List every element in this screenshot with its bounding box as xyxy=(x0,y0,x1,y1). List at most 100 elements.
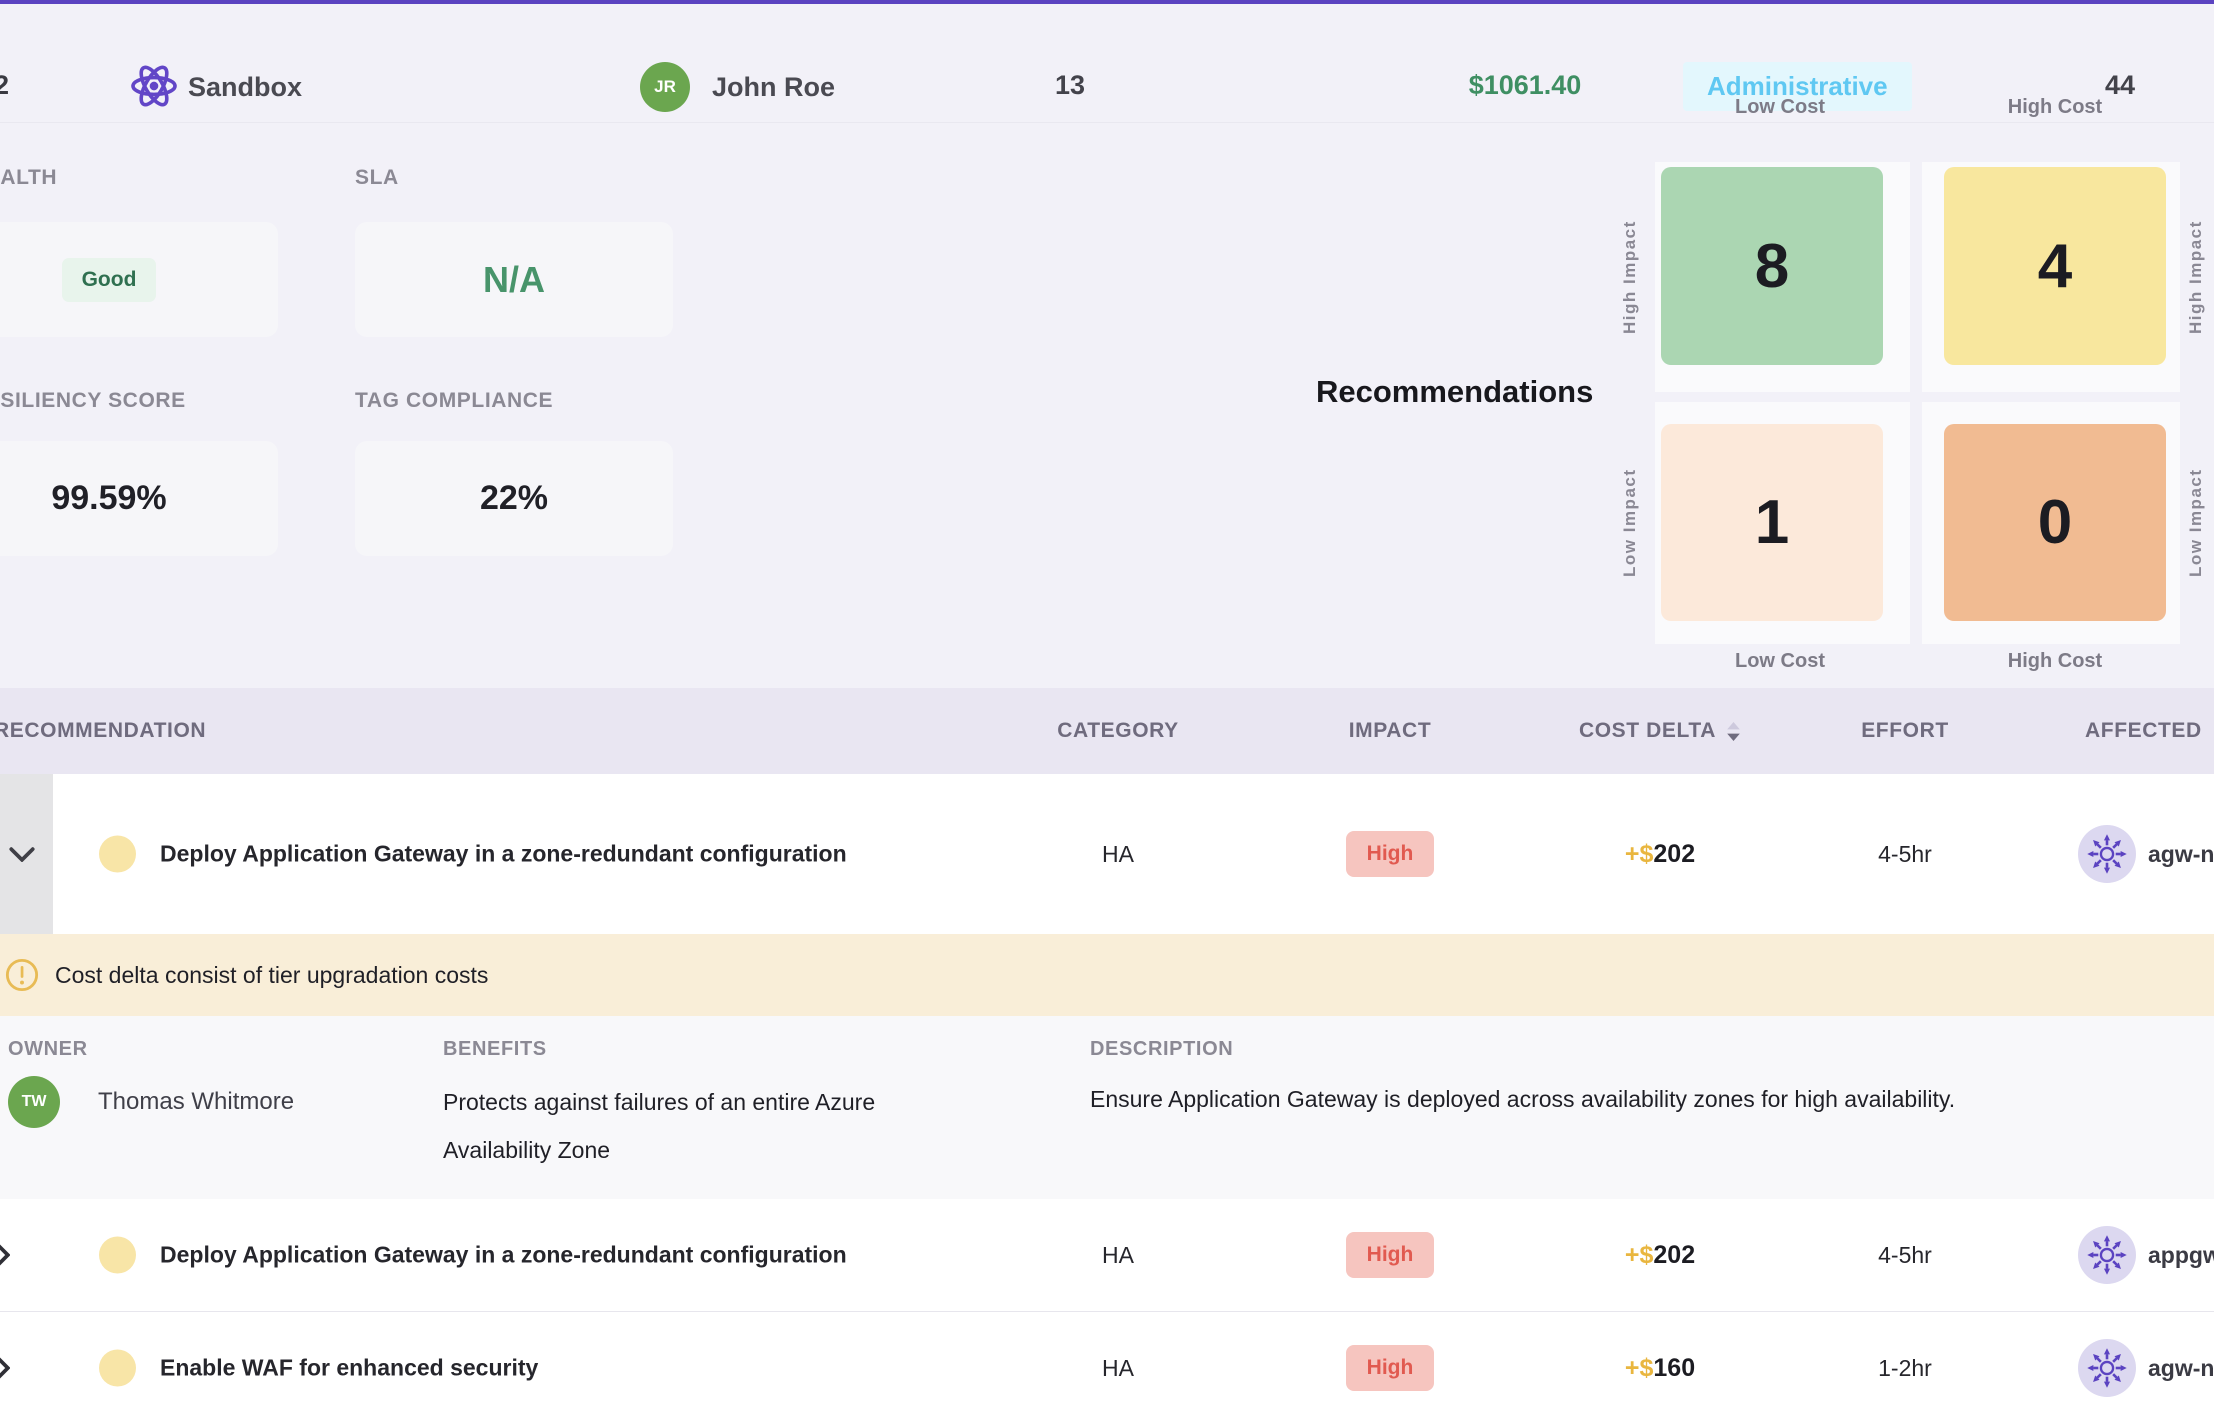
chevron-right-icon[interactable] xyxy=(0,1242,10,1268)
recommendation-title[interactable]: Deploy Application Gateway in a zone-red… xyxy=(160,1242,847,1269)
sla-value: N/A xyxy=(483,259,545,301)
user-avatar: JR xyxy=(640,62,690,112)
health-card: Good xyxy=(0,222,278,337)
header-recommendation[interactable]: RECOMMENDATION xyxy=(0,688,414,774)
quad-left-label-high-impact: High Impact xyxy=(1620,162,1648,392)
app-gateway-icon xyxy=(2078,1339,2136,1397)
topbar-cost: $1061.40 xyxy=(1425,70,1625,101)
affected-resource-chip[interactable]: agw-ne xyxy=(2078,1312,2214,1424)
impact-cell: High xyxy=(1310,1199,1470,1311)
header-impact[interactable]: IMPACT xyxy=(1310,688,1470,774)
effort-cell: 4-5hr xyxy=(1820,774,1990,934)
quad-value-low-impact-low-cost[interactable]: 1 xyxy=(1661,424,1883,621)
header-effort[interactable]: EFFORT xyxy=(1820,688,1990,774)
affected-resource-name[interactable]: agw-ne xyxy=(2148,841,2214,868)
category-cell: HA xyxy=(1038,1199,1198,1311)
impact-cell: High xyxy=(1310,774,1470,934)
workspace-atom-icon xyxy=(130,62,178,110)
header-category[interactable]: CATEGORY xyxy=(1038,688,1198,774)
header-affected[interactable]: AFFECTED xyxy=(2085,688,2214,774)
severity-dot xyxy=(99,836,136,873)
quad-bottom-label-high-cost: High Cost xyxy=(1975,650,2135,673)
quad-cell-low-impact-low-cost[interactable]: 1 xyxy=(1655,402,1910,644)
quad-right-label-high-impact: High Impact xyxy=(2186,162,2214,392)
cost-delta-value: 160 xyxy=(1653,1354,1695,1383)
topbar-count: 13 xyxy=(1035,70,1105,101)
page: 2 Sandbox JR John Roe 13 $1061.40 Admini… xyxy=(0,0,2214,1405)
impact-badge: High xyxy=(1346,1345,1435,1391)
severity-dot xyxy=(99,1350,136,1387)
app-gateway-icon xyxy=(2078,825,2136,883)
app-gateway-icon xyxy=(2078,1226,2136,1284)
recommendations-title: Recommendations xyxy=(1316,374,1593,410)
effort-cell: 4-5hr xyxy=(1820,1199,1990,1311)
table-row[interactable]: Enable WAF for enhanced security HA High… xyxy=(0,1312,2214,1424)
workspace-name[interactable]: Sandbox xyxy=(188,72,302,103)
tag-compliance-value: 22% xyxy=(480,479,548,518)
affected-resource-chip[interactable]: appgw xyxy=(2078,1199,2214,1311)
sort-icon[interactable] xyxy=(1726,721,1741,742)
description-label: DESCRIPTION xyxy=(1090,1038,1233,1061)
header-cost-delta-label: COST DELTA xyxy=(1579,719,1716,743)
topbar-divider xyxy=(0,122,2214,123)
affected-resource-chip[interactable]: agw-ne xyxy=(2078,774,2214,934)
row-details: OWNER TW Thomas Whitmore BENEFITS Protec… xyxy=(0,1016,2214,1199)
user-name: John Roe xyxy=(712,72,835,103)
quad-value-low-impact-high-cost[interactable]: 0 xyxy=(1944,424,2166,621)
resiliency-card: 99.59% xyxy=(0,441,278,556)
cost-delta-sign: +$ xyxy=(1625,1354,1654,1383)
chevron-down-icon[interactable] xyxy=(9,847,35,862)
quad-right-label-low-impact: Low Impact xyxy=(2186,402,2214,644)
tag-compliance-card: 22% xyxy=(355,441,673,556)
quad-bottom-label-low-cost: Low Cost xyxy=(1700,650,1860,673)
impact-badge: High xyxy=(1346,831,1435,877)
quad-cell-high-impact-low-cost[interactable]: 8 xyxy=(1655,162,1910,392)
quad-cell-low-impact-high-cost[interactable]: 0 xyxy=(1922,402,2180,644)
health-label: HEALTH xyxy=(0,166,57,190)
quad-value-high-impact-low-cost[interactable]: 8 xyxy=(1661,167,1883,365)
owner-avatar: TW xyxy=(8,1076,60,1128)
cost-delta-alert: Cost delta consist of tier upgradation c… xyxy=(0,934,2214,1016)
warning-icon xyxy=(5,958,39,992)
effort-cell: 1-2hr xyxy=(1820,1312,1990,1424)
category-cell: HA xyxy=(1038,1312,1198,1424)
cost-delta-value: 202 xyxy=(1653,840,1695,869)
owner-label: OWNER xyxy=(8,1038,88,1061)
resiliency-label: RESILIENCY SCORE xyxy=(0,389,186,413)
health-status-badge: Good xyxy=(62,258,157,302)
quad-value-high-impact-high-cost[interactable]: 4 xyxy=(1944,167,2166,365)
benefits-label: BENEFITS xyxy=(443,1038,547,1061)
cost-delta-value: 202 xyxy=(1653,1241,1695,1270)
cost-delta-sign: +$ xyxy=(1625,1241,1654,1270)
description-text: Ensure Application Gateway is deployed a… xyxy=(1090,1086,2200,1113)
table-row[interactable]: Deploy Application Gateway in a zone-red… xyxy=(0,774,2214,934)
header-cost-delta[interactable]: COST DELTA xyxy=(1540,688,1780,774)
severity-dot xyxy=(99,1237,136,1274)
affected-resource-name[interactable]: agw-ne xyxy=(2148,1355,2214,1382)
clipped-row-number: 2 xyxy=(0,70,9,101)
impact-badge: High xyxy=(1346,1232,1435,1278)
cost-delta-cell: +$202 xyxy=(1540,774,1780,934)
alert-text: Cost delta consist of tier upgradation c… xyxy=(55,962,488,989)
cost-delta-cell: +$202 xyxy=(1540,1199,1780,1311)
cost-delta-sign: +$ xyxy=(1625,840,1654,869)
category-cell: HA xyxy=(1038,774,1198,934)
recommendation-title[interactable]: Enable WAF for enhanced security xyxy=(160,1355,538,1382)
resiliency-value: 99.59% xyxy=(51,479,166,518)
recommendation-title[interactable]: Deploy Application Gateway in a zone-red… xyxy=(160,841,847,868)
owner-name: Thomas Whitmore xyxy=(98,1088,294,1116)
sla-card: N/A xyxy=(355,222,673,337)
row-expander[interactable] xyxy=(0,774,53,934)
quad-top-label-low-cost: Low Cost xyxy=(1700,96,1860,119)
table-header: RECOMMENDATION CATEGORY IMPACT COST DELT… xyxy=(0,688,2214,774)
tag-compliance-label: TAG COMPLIANCE xyxy=(355,389,553,413)
quad-left-label-low-impact: Low Impact xyxy=(1620,402,1648,644)
table-row[interactable]: Deploy Application Gateway in a zone-red… xyxy=(0,1199,2214,1312)
impact-cell: High xyxy=(1310,1312,1470,1424)
cost-delta-cell: +$160 xyxy=(1540,1312,1780,1424)
benefits-text: Protects against failures of an entire A… xyxy=(443,1078,983,1174)
quad-top-label-high-cost: High Cost xyxy=(1975,96,2135,119)
chevron-right-icon[interactable] xyxy=(0,1355,10,1381)
affected-resource-name[interactable]: appgw xyxy=(2148,1242,2214,1269)
quad-cell-high-impact-high-cost[interactable]: 4 xyxy=(1922,162,2180,392)
